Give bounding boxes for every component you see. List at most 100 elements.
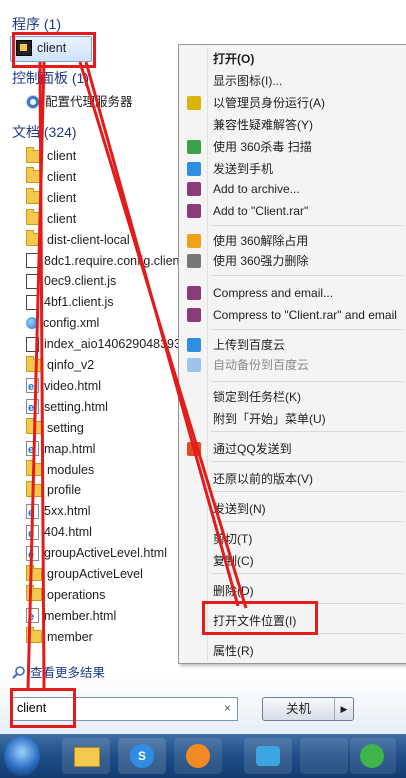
- document-list-item[interactable]: setting.html: [26, 397, 108, 418]
- taskbar-uc-browser-icon[interactable]: [174, 738, 222, 774]
- context-menu-item[interactable]: 锁定到任务栏(K): [213, 387, 301, 407]
- context-menu-item[interactable]: 使用 360杀毒 扫描: [213, 137, 312, 157]
- menu-separator: [211, 225, 403, 226]
- see-more-results-link[interactable]: 查看更多结果: [12, 662, 105, 681]
- context-menu-item[interactable]: 打开文件位置(I): [213, 611, 296, 631]
- document-list-item[interactable]: profile: [26, 480, 81, 500]
- document-list-item[interactable]: video.html: [26, 376, 101, 397]
- taskbar-sogou-icon[interactable]: S: [118, 738, 166, 774]
- context-menu-item[interactable]: 以管理员身份运行(A): [213, 93, 325, 113]
- document-item-label: 8dc1.require.config.client.js: [44, 253, 194, 268]
- document-list-item[interactable]: operations: [26, 585, 105, 605]
- context-menu-item[interactable]: 通过QQ发送到: [213, 439, 292, 459]
- document-item-label: client: [47, 149, 77, 163]
- taskbar-green-app-icon[interactable]: [350, 738, 396, 774]
- taskbar-explorer-folder-icon[interactable]: [62, 738, 110, 774]
- xml-file-icon: [26, 317, 38, 330]
- programs-header[interactable]: 程序 (1): [12, 14, 61, 34]
- context-menu-item[interactable]: 上传到百度云: [213, 335, 285, 355]
- document-item-label: member.html: [44, 608, 117, 623]
- document-list-item[interactable]: client: [26, 188, 76, 208]
- context-menu-item[interactable]: Compress and email...: [213, 283, 333, 303]
- context-menu-item[interactable]: 使用 360强力删除: [213, 251, 308, 271]
- document-item-label: 0ec9.client.js: [44, 274, 117, 289]
- context-menu-item[interactable]: 还原以前的版本(V): [213, 469, 313, 489]
- clear-search-icon[interactable]: ×: [224, 701, 231, 715]
- menu-separator: [211, 491, 403, 492]
- context-menu-item[interactable]: 删除(D): [213, 581, 254, 601]
- document-list-item[interactable]: 0ec9.client.js: [26, 271, 116, 291]
- shutdown-options-arrow-icon[interactable]: ▶: [335, 698, 353, 720]
- context-menu-item[interactable]: 复制(C): [213, 551, 254, 571]
- document-list-item[interactable]: 5xx.html: [26, 501, 91, 523]
- menu-separator: [211, 461, 403, 462]
- menu-separator: [211, 603, 403, 604]
- document-list-item[interactable]: member: [26, 627, 93, 647]
- context-menu-item[interactable]: 发送到(N): [213, 499, 266, 519]
- context-menu-item[interactable]: 发送到手机: [213, 159, 273, 179]
- document-list-item[interactable]: config.xml: [26, 313, 99, 333]
- shutdown-button[interactable]: 关机 ▶: [262, 697, 354, 721]
- menu-item-icon: [187, 358, 201, 372]
- document-item-label: setting.html: [44, 399, 108, 414]
- folder-icon: [26, 209, 42, 226]
- js-file-icon: [26, 273, 39, 289]
- menu-separator: [211, 431, 403, 432]
- document-list-item[interactable]: groupActiveLevel: [26, 564, 143, 584]
- document-list-item[interactable]: client: [26, 209, 76, 229]
- control-panel-item-proxy[interactable]: 配置代理服务器: [26, 92, 133, 112]
- control-panel-item-label: 配置代理服务器: [45, 95, 133, 109]
- search-input[interactable]: [13, 698, 211, 718]
- document-list-item[interactable]: index_aio1406290483936: [26, 334, 188, 354]
- context-menu-item[interactable]: 兼容性疑难解答(Y): [213, 115, 313, 135]
- client-app-icon: [16, 40, 32, 56]
- document-list-item[interactable]: groupActiveLevel.html: [26, 543, 167, 565]
- program-item-client[interactable]: client: [16, 38, 66, 58]
- taskbar-wifi-icon[interactable]: [244, 738, 292, 774]
- start-orb-icon[interactable]: [4, 736, 40, 776]
- control-panel-header[interactable]: 控制面板 (1): [12, 68, 89, 88]
- document-list-item[interactable]: client: [26, 146, 76, 166]
- context-menu-item[interactable]: 属性(R): [213, 641, 254, 661]
- menu-separator: [211, 381, 403, 382]
- menu-item-icon: [187, 182, 201, 196]
- document-list-item[interactable]: setting: [26, 418, 84, 438]
- document-list-item[interactable]: map.html: [26, 439, 95, 460]
- document-list-item[interactable]: modules: [26, 460, 94, 480]
- document-item-label: client: [47, 211, 77, 226]
- folder-icon: [26, 188, 42, 205]
- context-menu-item[interactable]: Add to "Client.rar": [213, 201, 308, 221]
- document-item-label: client: [47, 190, 77, 205]
- js-file-icon: [26, 336, 39, 352]
- context-menu-item[interactable]: 附到「开始」菜单(U): [213, 409, 326, 429]
- document-list-item[interactable]: 8dc1.require.config.client.js: [26, 251, 194, 271]
- document-list-item[interactable]: 4bf1.client.js: [26, 292, 113, 312]
- document-list-item[interactable]: dist-client-local: [26, 230, 130, 250]
- context-menu-item[interactable]: 显示图标(I)...: [213, 71, 282, 91]
- html-file-icon: [26, 545, 39, 565]
- context-menu-item[interactable]: 打开(O): [213, 49, 254, 69]
- document-list-item[interactable]: member.html: [26, 606, 117, 627]
- folder-icon: [26, 564, 42, 581]
- folder-icon: [26, 460, 42, 476]
- html-file-icon: [26, 607, 39, 627]
- context-menu-item[interactable]: Add to archive...: [213, 179, 300, 199]
- document-item-label: groupActiveLevel: [47, 567, 143, 581]
- document-list-item[interactable]: client: [26, 167, 76, 187]
- context-menu-item[interactable]: 剪切(T): [213, 529, 252, 549]
- search-box[interactable]: ×: [12, 697, 238, 721]
- documents-header[interactable]: 文档 (324): [12, 122, 77, 142]
- folder-icon: [26, 480, 42, 497]
- context-menu-item[interactable]: 使用 360解除占用: [213, 231, 308, 251]
- taskbar-app-icon[interactable]: [300, 738, 348, 774]
- folder-icon: [26, 230, 42, 247]
- document-list-item[interactable]: qinfo_v2: [26, 355, 94, 375]
- folder-icon: [26, 418, 42, 435]
- context-menu-item[interactable]: 自动备份到百度云: [213, 355, 309, 375]
- document-item-label: client: [47, 169, 77, 184]
- folder-icon: [26, 167, 42, 184]
- document-list-item[interactable]: 404.html: [26, 522, 92, 544]
- context-menu-item[interactable]: Compress to "Client.rar" and email: [213, 305, 397, 325]
- document-item-label: qinfo_v2: [47, 358, 95, 372]
- html-file-icon: [26, 524, 39, 544]
